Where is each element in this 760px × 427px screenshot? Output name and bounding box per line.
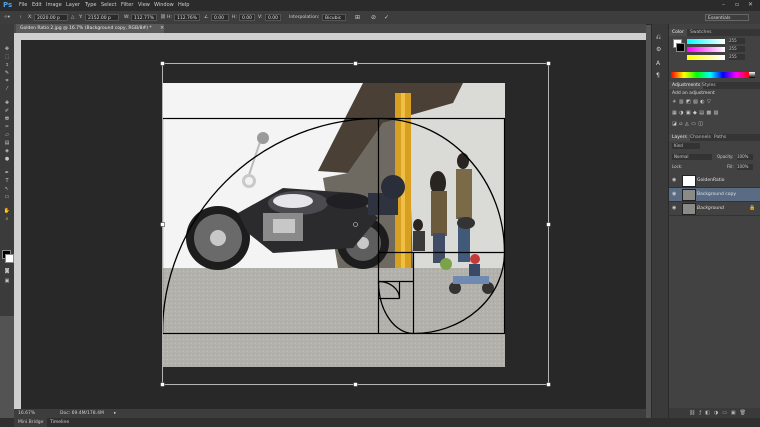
visibility-eye-icon[interactable]: ◉ [672,191,676,197]
right-panels: Color Swatches 255 255 255 Adjustments S… [668,24,760,418]
properties-panel-icon[interactable]: ⚙ [656,46,661,53]
adjustment-icons-row-2[interactable]: ▦◑▣◆▤▩▨ [672,110,752,117]
tab-color[interactable]: Color [669,29,687,36]
grayscale-ramp[interactable] [749,72,755,78]
status-menu-arrow-icon[interactable]: ▸ [114,409,116,418]
layer-row-background[interactable]: ◉ Background 🔒 [669,202,760,216]
blue-slider[interactable] [687,55,725,60]
visibility-eye-icon[interactable]: ◉ [672,177,676,183]
golden-ratio-overlay [160,61,551,387]
color-background-swatch[interactable] [676,43,685,52]
layer-name: GoldenRatio [697,178,725,183]
layer-name: Background copy [697,192,737,197]
layer-thumbnail [682,189,696,201]
color-panel-header: Color Swatches [669,29,760,36]
layer-name: Background [697,206,724,211]
red-slider[interactable] [687,39,725,44]
status-bar: 16.67% Doc: 69.4M/178.4M ▸ [14,409,646,418]
character-panel-icon[interactable]: A [656,60,660,67]
layer-thumbnail [682,175,696,187]
adjustments-title: Add an adjustment [672,91,715,96]
blue-value[interactable]: 255 [729,54,745,60]
layer-thumbnail [682,203,696,215]
layers-footer-icons[interactable]: ⛓ƒ◧◑▭▣🗑 [669,408,760,418]
adjustment-icons-row-3[interactable]: ◪▫◬▭◫ [672,121,752,128]
fill-label: Fill: [727,164,734,169]
green-slider[interactable] [687,47,725,52]
tab-styles[interactable]: Styles [699,82,719,89]
red-value[interactable]: 255 [729,38,745,44]
layer-row-background-copy[interactable]: ◉ Background copy [669,188,760,202]
lock-label: Lock: [672,164,683,169]
tab-mini-bridge[interactable]: Mini Bridge [14,418,48,427]
doc-size: Doc: 69.4M/178.4M [60,411,104,416]
layer-row-goldenratio[interactable]: ◉ GoldenRatio [669,174,760,188]
layers-panel-header: Layers Channels Paths [669,134,760,141]
adjustment-icons-row-1[interactable]: ☀▥◩▧◐▽ [672,99,752,106]
lock-icon: 🔒 [749,205,756,211]
zoom-level[interactable]: 16.67% [18,409,35,418]
panel-icon-strip: ⎌ ⚙ A ¶ [651,24,668,418]
visibility-eye-icon[interactable]: ◉ [672,205,676,211]
adjustments-panel-header: Adjustments Styles [669,82,760,89]
fill-value[interactable]: 100% [737,164,753,170]
history-panel-icon[interactable]: ⎌ [656,34,661,42]
green-value[interactable]: 255 [729,46,745,52]
paragraph-panel-icon[interactable]: ¶ [656,72,660,79]
opacity-label: Opacity: [717,154,734,159]
tab-timeline[interactable]: Timeline [46,418,73,427]
tab-swatches[interactable]: Swatches [687,29,715,36]
tab-channels[interactable]: Channels [687,134,714,141]
blend-mode-select[interactable]: Normal [672,154,712,160]
opacity-value[interactable]: 100% [737,154,753,160]
layer-filter-kind[interactable]: Kind [672,143,700,149]
bottom-panel-tabs: Mini Bridge Timeline [0,418,760,427]
color-spectrum-bar[interactable] [671,72,749,78]
tab-paths[interactable]: Paths [711,134,729,141]
